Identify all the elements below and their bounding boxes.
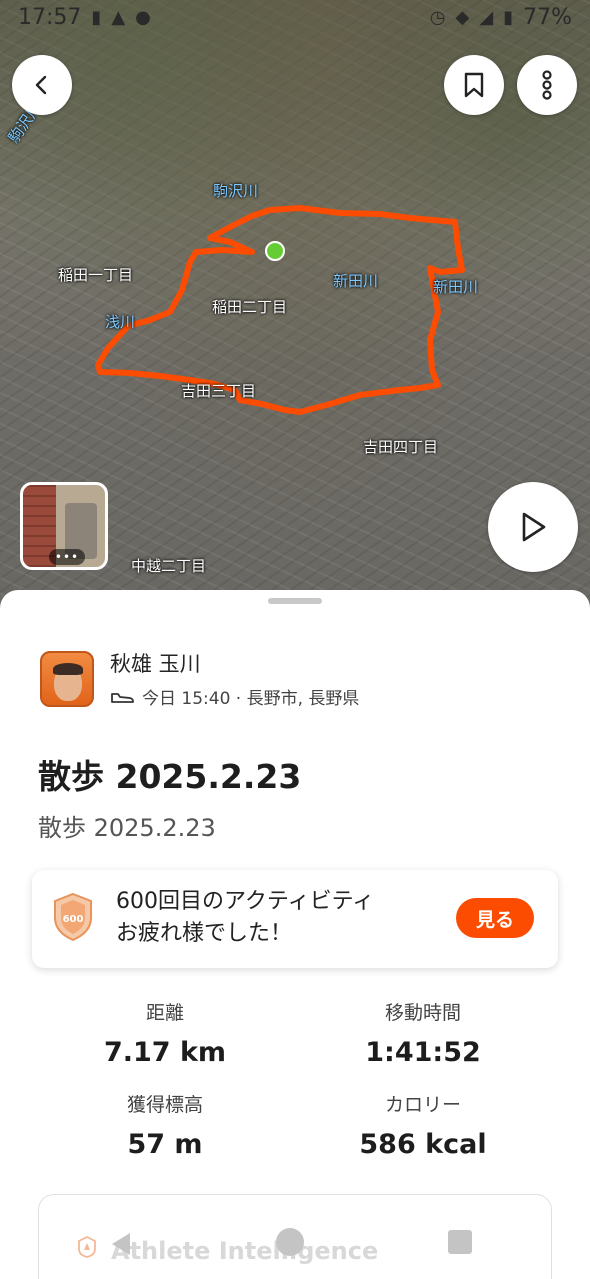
more-options-button[interactable] bbox=[517, 55, 577, 115]
battery-icon: ▮ bbox=[503, 6, 514, 28]
activity-title: 散歩 2025.2.23 bbox=[38, 757, 302, 796]
stat-value: 586 kcal bbox=[359, 1129, 487, 1160]
app-notification-icon: ● bbox=[135, 6, 151, 28]
stat-value: 57 m bbox=[127, 1129, 203, 1160]
shoe-icon bbox=[111, 692, 134, 703]
warning-icon: ▲ bbox=[111, 6, 126, 28]
activity-detail-screen: 駒沢川 駒沢川 新田川 新田川 浅川 稲田一丁目 稲田二丁目 吉田三丁目 吉田四… bbox=[0, 0, 590, 1279]
stat-value: 7.17 km bbox=[103, 1037, 227, 1068]
status-time: 17:57 bbox=[18, 4, 82, 30]
bookmark-button[interactable] bbox=[444, 55, 504, 115]
map-label: 駒沢川 bbox=[213, 182, 259, 200]
map-label: 新田川 bbox=[333, 272, 379, 290]
play-flyover-button[interactable] bbox=[488, 482, 578, 572]
map-label: 稲田二丁目 bbox=[212, 298, 288, 316]
chevron-left-icon bbox=[35, 75, 47, 95]
stat-distance: 距離 7.17 km bbox=[40, 998, 290, 1068]
play-icon bbox=[522, 512, 546, 542]
stat-label: 移動時間 bbox=[384, 1002, 461, 1024]
badge-number: 600 bbox=[63, 914, 84, 925]
activity-time-location: 今日 15:40 · 長野市, 長野県 bbox=[142, 689, 360, 709]
map-label: 吉田四丁目 bbox=[363, 438, 439, 456]
sim-icon: ▮ bbox=[91, 6, 102, 28]
battery-percent: 77% bbox=[523, 4, 572, 30]
stat-label: カロリー bbox=[384, 1094, 461, 1116]
stat-label: 獲得標高 bbox=[126, 1094, 203, 1116]
achievement-card[interactable]: 600 600回目のアクティビティ お疲れ様でした！ 見る bbox=[32, 870, 558, 968]
avatar[interactable] bbox=[40, 650, 94, 707]
stat-elevation: 獲得標高 57 m bbox=[40, 1090, 290, 1160]
bookmark-icon bbox=[464, 72, 484, 98]
map-label: 吉田三丁目 bbox=[181, 382, 257, 400]
route-map[interactable]: 駒沢川 駒沢川 新田川 新田川 浅川 稲田一丁目 稲田二丁目 吉田三丁目 吉田四… bbox=[0, 0, 590, 610]
nav-home-icon[interactable] bbox=[276, 1228, 304, 1256]
stat-label: 距離 bbox=[145, 1002, 184, 1024]
stat-moving-time: 移動時間 1:41:52 bbox=[298, 998, 548, 1068]
map-label: 浅川 bbox=[105, 313, 136, 331]
activity-meta: 今日 15:40 · 長野市, 長野県 bbox=[110, 684, 359, 709]
stat-value: 1:41:52 bbox=[365, 1037, 481, 1068]
activity-description: 散歩 2025.2.23 bbox=[38, 814, 216, 842]
athlete-name[interactable]: 秋雄 玉川 bbox=[110, 648, 359, 678]
activity-sheet: 秋雄 玉川 今日 15:40 · 長野市, 長野県 散歩 2025.2.23 散… bbox=[0, 590, 590, 1279]
achievement-badge-icon: 600 bbox=[54, 892, 92, 942]
system-nav-bar bbox=[0, 1222, 590, 1279]
more-vertical-icon bbox=[542, 70, 552, 100]
map-label: 新田川 bbox=[433, 278, 479, 296]
athlete-header[interactable]: 秋雄 玉川 今日 15:40 · 長野市, 長野県 bbox=[40, 648, 359, 709]
more-photos-indicator: ••• bbox=[49, 549, 85, 565]
nav-recents-icon[interactable] bbox=[448, 1230, 472, 1254]
signal-icon: ◢ bbox=[479, 6, 494, 28]
achievement-text: 600回目のアクティビティ お疲れ様でした！ bbox=[116, 889, 375, 946]
stat-calories: カロリー 586 kcal bbox=[298, 1090, 548, 1160]
activity-photo-thumbnail[interactable]: ••• bbox=[20, 482, 108, 570]
wifi-icon: ◆ bbox=[455, 6, 470, 28]
drag-handle[interactable] bbox=[268, 598, 322, 604]
alarm-icon: ◷ bbox=[429, 6, 446, 28]
map-label: 稲田一丁目 bbox=[58, 266, 134, 284]
view-achievement-button[interactable]: 見る bbox=[456, 898, 534, 938]
nav-back-icon[interactable] bbox=[108, 1230, 134, 1258]
status-bar: 17:57 ▮ ▲ ● ◷ ◆ ◢ ▮ 77% bbox=[0, 0, 590, 34]
avatar-hair bbox=[53, 662, 83, 675]
back-button[interactable] bbox=[12, 55, 72, 115]
map-label: 中越二丁目 bbox=[131, 557, 207, 575]
